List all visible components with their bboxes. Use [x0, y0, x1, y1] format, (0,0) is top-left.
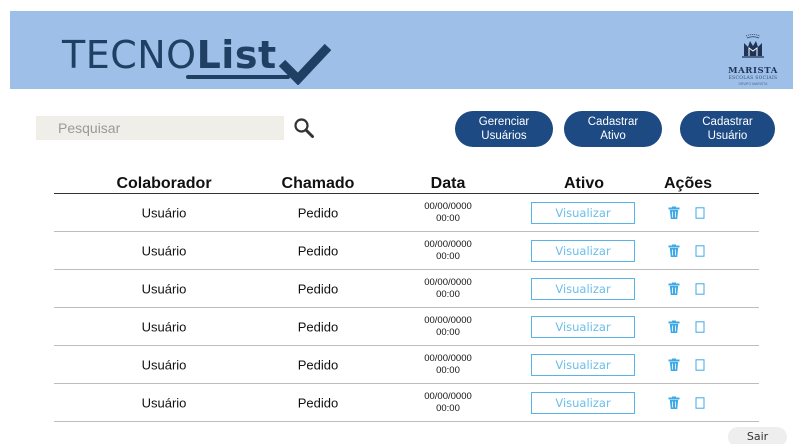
- row-date: 00/00/0000: [424, 200, 472, 212]
- trash-icon[interactable]: [668, 282, 680, 295]
- row-ticket: Pedido: [297, 319, 339, 334]
- row-user: Usuário: [141, 319, 187, 334]
- row-time: 00:00: [436, 250, 460, 262]
- table-header: Colaborador Chamado Data Ativo Ações: [54, 172, 759, 194]
- row-datetime: 00/00/0000 00:00: [424, 239, 472, 263]
- trash-icon[interactable]: [668, 396, 680, 409]
- row-datetime: 00/00/0000 00:00: [424, 315, 472, 339]
- brand-group: GRUPO MARISTA: [738, 82, 768, 86]
- register-asset-button[interactable]: Cadastrar Ativo: [564, 111, 662, 147]
- row-time: 00:00: [436, 364, 460, 376]
- row-time: 00:00: [436, 402, 460, 414]
- row-user: Usuário: [141, 357, 187, 372]
- row-ticket: Pedido: [297, 205, 339, 220]
- bookmark-icon[interactable]: [695, 244, 705, 257]
- trash-icon[interactable]: [668, 358, 680, 371]
- logo-prefix: TECNO: [62, 33, 197, 77]
- logo-emphasis: List: [196, 33, 277, 77]
- bookmark-icon[interactable]: [695, 206, 705, 219]
- row-ticket: Pedido: [297, 281, 339, 296]
- row-time: 00:00: [436, 326, 460, 338]
- register-user-button[interactable]: Cadastrar Usuário: [680, 111, 775, 147]
- header-banner: TECNOList MARISTA ESCOLAS SOCIAIS GRUPO …: [10, 11, 793, 89]
- table-body: Usuário Pedido 00/00/0000 00:00 Visualizar Us…: [54, 194, 759, 422]
- row-user: Usuário: [141, 395, 187, 410]
- row-date: 00/00/0000: [424, 238, 472, 250]
- column-header-chamado: Chamado: [281, 175, 355, 192]
- bookmark-icon[interactable]: [695, 358, 705, 371]
- row-ticket: Pedido: [297, 395, 339, 410]
- bookmark-icon[interactable]: [695, 320, 705, 333]
- row-time: 00:00: [436, 288, 460, 300]
- row-user: Usuário: [141, 281, 187, 296]
- row-date: 00/00/0000: [424, 390, 472, 402]
- column-header-acoes: Ações: [663, 175, 713, 192]
- row-datetime: 00/00/0000 00:00: [424, 201, 472, 225]
- marista-seal-icon: [742, 34, 764, 58]
- row-datetime: 00/00/0000 00:00: [424, 353, 472, 377]
- view-asset-button[interactable]: Visualizar: [531, 315, 635, 338]
- row-date: 00/00/0000: [424, 276, 472, 288]
- row-datetime: 00/00/0000 00:00: [424, 391, 472, 415]
- checkmark-icon: [278, 43, 332, 85]
- table-row: Usuário Pedido 00/00/0000 00:00 Visualizar: [54, 346, 759, 384]
- bookmark-icon[interactable]: [695, 396, 705, 409]
- table-row: Usuário Pedido 00/00/0000 00:00 Visualizar: [54, 232, 759, 270]
- row-datetime: 00/00/0000 00:00: [424, 277, 472, 301]
- brand-marista-logo: MARISTA ESCOLAS SOCIAIS GRUPO MARISTA: [723, 33, 783, 87]
- logo-underline: [186, 75, 290, 79]
- exit-button[interactable]: Sair: [728, 427, 787, 444]
- tickets-table: Colaborador Chamado Data Ativo Ações Usu…: [54, 172, 759, 422]
- table-row: Usuário Pedido 00/00/0000 00:00 Visualizar: [54, 194, 759, 232]
- row-date: 00/00/0000: [424, 352, 472, 364]
- view-asset-button[interactable]: Visualizar: [531, 391, 635, 414]
- row-user: Usuário: [141, 205, 187, 220]
- search-input[interactable]: [36, 116, 284, 140]
- manage-users-button[interactable]: Gerenciar Usuários: [455, 111, 553, 147]
- view-asset-button[interactable]: Visualizar: [531, 201, 635, 224]
- column-header-colaborador: Colaborador: [116, 175, 212, 192]
- row-date: 00/00/0000: [424, 314, 472, 326]
- view-asset-button[interactable]: Visualizar: [531, 353, 635, 376]
- trash-icon[interactable]: [668, 320, 680, 333]
- brand-name: MARISTA: [728, 66, 778, 76]
- column-header-data: Data: [430, 175, 466, 192]
- table-row: Usuário Pedido 00/00/0000 00:00 Visualizar: [54, 384, 759, 422]
- bookmark-icon[interactable]: [695, 282, 705, 295]
- view-asset-button[interactable]: Visualizar: [531, 277, 635, 300]
- row-ticket: Pedido: [297, 243, 339, 258]
- trash-icon[interactable]: [668, 206, 680, 219]
- search-icon[interactable]: [293, 117, 315, 139]
- row-user: Usuário: [141, 243, 187, 258]
- column-header-ativo: Ativo: [564, 175, 604, 192]
- table-row: Usuário Pedido 00/00/0000 00:00 Visualizar: [54, 270, 759, 308]
- row-ticket: Pedido: [297, 357, 339, 372]
- table-row: Usuário Pedido 00/00/0000 00:00 Visualizar: [54, 308, 759, 346]
- view-asset-button[interactable]: Visualizar: [531, 239, 635, 262]
- row-time: 00:00: [436, 212, 460, 224]
- trash-icon[interactable]: [668, 244, 680, 257]
